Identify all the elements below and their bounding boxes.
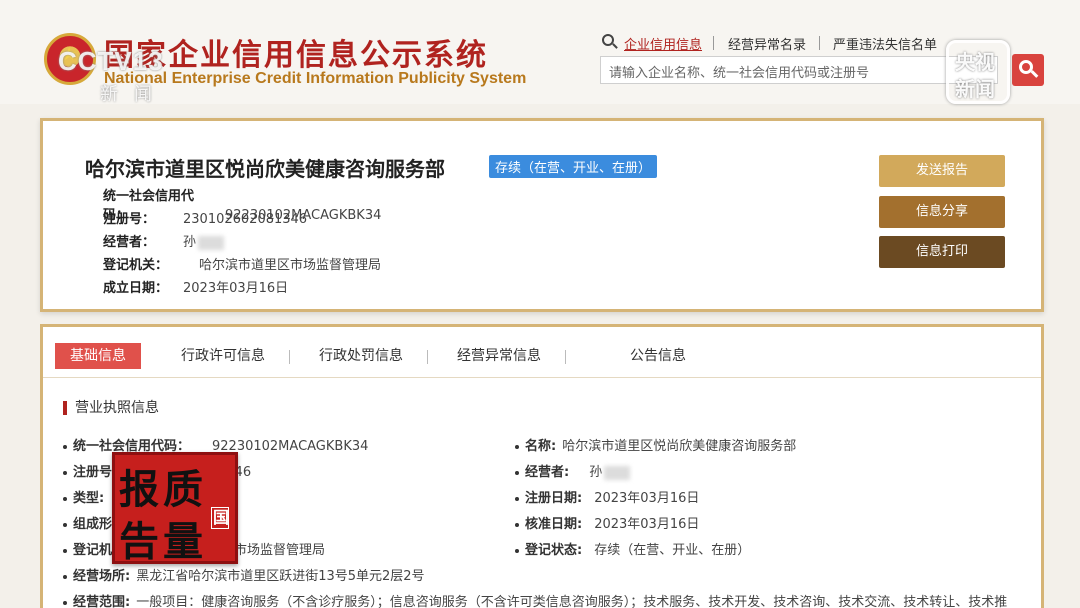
field-name: 名称: 哈尔滨市道里区悦尚欣美健康咨询服务部 <box>515 435 796 454</box>
search-input[interactable]: 请输入企业名称、统一社会信用代码或注册号 <box>600 56 998 84</box>
info-established: 成立日期： 2023年03月16日 <box>103 281 289 296</box>
cctv-news-corner-logo: 央视 新闻 <box>946 40 1010 104</box>
field-type: 类型: <box>63 487 110 506</box>
site-header: ★ 国家企业信用信息公示系统 National Enterprise Credi… <box>0 0 1080 105</box>
field-reg-date: 注册日期: 2023年03月16日 <box>515 487 699 506</box>
corner-logo-bottom: 新闻 <box>955 77 995 101</box>
field-approval-date: 核准日期: 2023年03月16日 <box>515 513 699 532</box>
field-reg-status: 登记状态: 存续（在营、开业、在册） <box>515 539 750 558</box>
info-authority: 登记机关： 哈尔滨市道里区市场监督管理局 <box>103 258 382 273</box>
tab-abnormal-ops[interactable]: 经营异常信息 <box>441 343 557 369</box>
company-name: 哈尔滨市道里区悦尚欣美健康咨询服务部 <box>85 157 445 181</box>
blurred-name <box>198 235 225 250</box>
quality-report-stamp-logo: 报 质 告 量 国 <box>112 452 238 565</box>
tab-basic-info[interactable]: 基础信息 <box>55 343 141 369</box>
tab-divider <box>289 350 290 364</box>
tab-divider <box>565 350 566 364</box>
info-reg-number: 注册号： 230102602081346 <box>103 212 308 227</box>
tab-announcements[interactable]: 公告信息 <box>615 343 701 369</box>
search-icon <box>602 34 614 46</box>
nav-dishonest-list[interactable]: 严重违法失信名单 <box>833 34 937 53</box>
field-operator: 经营者: 孙 <box>515 461 631 480</box>
nav-divider <box>713 36 714 50</box>
tab-underline <box>43 377 1041 378</box>
search-button[interactable] <box>1012 54 1044 86</box>
field-business-scope: 经营范围: 一般项目：健康咨询服务（不含诊疗服务）；信息咨询服务（不含许可类信息咨… <box>63 591 1033 608</box>
tab-admin-license[interactable]: 行政许可信息 <box>165 343 281 369</box>
nav-divider <box>819 36 820 50</box>
nav-enterprise-credit[interactable]: 企业信用信息 <box>624 34 702 53</box>
share-info-button[interactable]: 信息分享 <box>879 196 1005 228</box>
info-operator: 经营者：孙 <box>103 231 225 250</box>
magnifier-icon <box>1019 60 1033 74</box>
company-summary-card: 哈尔滨市道里区悦尚欣美健康咨询服务部 存续（在营、开业、在册） 统一社会信用代码… <box>40 118 1044 312</box>
corner-logo-top: 央视 <box>955 50 995 74</box>
field-address: 经营场所: 黑龙江省哈尔滨市道里区跃进街13号5单元2层2号 <box>63 565 425 584</box>
cctv-watermark-logo: CCTV13 <box>58 46 164 76</box>
status-badge: 存续（在营、开业、在册） <box>489 155 658 178</box>
field-composition: 组成形 <box>63 513 118 532</box>
blurred-name <box>604 465 631 480</box>
nav-abnormal-list[interactable]: 经营异常名录 <box>728 34 806 53</box>
send-report-button[interactable]: 发送报告 <box>879 155 1005 187</box>
print-info-button[interactable]: 信息打印 <box>879 236 1005 268</box>
section-title: 营业执照信息 <box>63 401 159 415</box>
tab-divider <box>427 350 428 364</box>
cctv-watermark-news: 新闻 <box>100 84 168 105</box>
tab-admin-penalty[interactable]: 行政处罚信息 <box>303 343 419 369</box>
